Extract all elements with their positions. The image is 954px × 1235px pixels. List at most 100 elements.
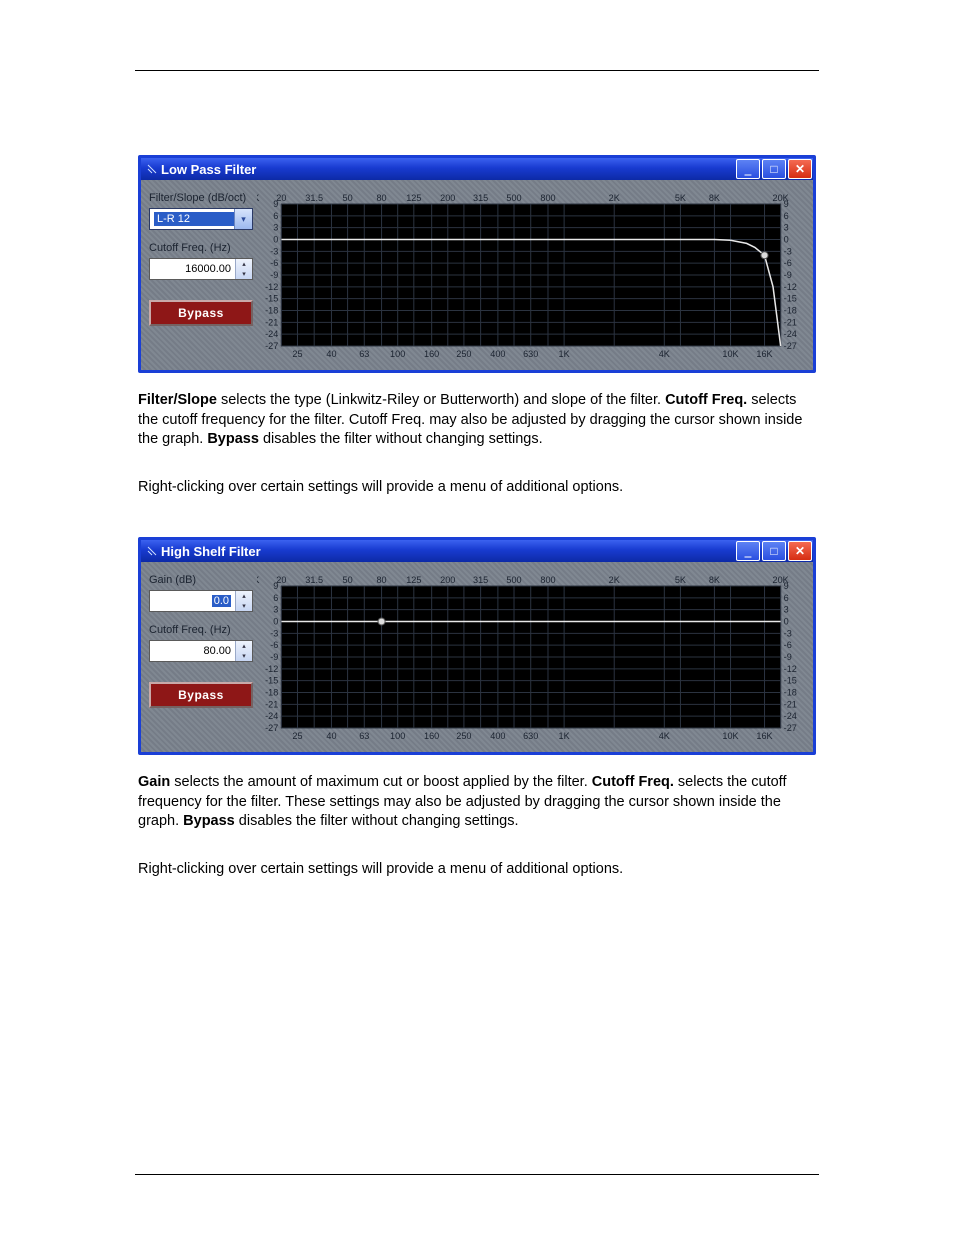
svg-text:2K: 2K <box>609 193 620 203</box>
lpf-filterslope-dropdown[interactable]: L-R 12 ▾ <box>149 208 253 230</box>
page-bottom-rule <box>135 1174 819 1175</box>
hsf-bypass-button[interactable]: Bypass <box>149 682 253 708</box>
lpf-description: Filter/Slope selects the type (Linkwitz-… <box>138 391 816 450</box>
svg-text:50: 50 <box>343 193 353 203</box>
svg-text:-24: -24 <box>784 329 797 339</box>
svg-text:4K: 4K <box>659 731 670 741</box>
svg-text:63: 63 <box>359 731 369 741</box>
lpf-cutoff-value: 16000.00 <box>154 263 235 275</box>
svg-text:-12: -12 <box>784 664 797 674</box>
hsf-gain-input[interactable]: 0.0 ▴▾ <box>149 590 253 612</box>
hsf-cutoff-value: 80.00 <box>154 645 235 657</box>
svg-text:630: 630 <box>523 731 538 741</box>
spinner-buttons-icon[interactable]: ▴▾ <box>235 259 252 279</box>
svg-text:-12: -12 <box>784 282 797 292</box>
svg-text:160: 160 <box>424 731 439 741</box>
hsf-titlebar[interactable]: High Shelf Filter ‗ □ ✕ <box>141 540 813 562</box>
svg-text:-18: -18 <box>784 688 797 698</box>
svg-text:4K: 4K <box>659 349 670 359</box>
dropdown-arrow-icon: ▾ <box>234 209 252 229</box>
svg-text:10K: 10K <box>722 349 738 359</box>
svg-text:10K: 10K <box>722 731 738 741</box>
svg-text:630: 630 <box>523 349 538 359</box>
svg-text:200: 200 <box>440 575 455 585</box>
svg-text:6: 6 <box>273 211 278 221</box>
svg-text:250: 250 <box>456 731 471 741</box>
svg-text:1K: 1K <box>559 731 570 741</box>
lpf-cutoff-input[interactable]: 16000.00 ▴▾ <box>149 258 253 280</box>
svg-text:1K: 1K <box>559 349 570 359</box>
svg-text:-24: -24 <box>265 329 278 339</box>
svg-text:6: 6 <box>784 593 789 603</box>
svg-text:-15: -15 <box>265 294 278 304</box>
svg-text:-15: -15 <box>784 676 797 686</box>
lpf-titlebar[interactable]: Low Pass Filter ‗ □ ✕ <box>141 158 813 180</box>
svg-text:0: 0 <box>273 235 278 245</box>
svg-text:3: 3 <box>784 605 789 615</box>
svg-text:25: 25 <box>292 731 302 741</box>
svg-text:2K: 2K <box>609 575 620 585</box>
lpf-rightclick-note: Right-clicking over certain settings wil… <box>138 478 816 498</box>
svg-text:-27: -27 <box>265 341 278 351</box>
svg-text:40: 40 <box>326 731 336 741</box>
spinner-buttons-icon[interactable]: ▴▾ <box>235 591 252 611</box>
svg-text:8K: 8K <box>709 193 720 203</box>
svg-text:0: 0 <box>273 617 278 627</box>
svg-text:800: 800 <box>540 193 555 203</box>
svg-text:-21: -21 <box>265 317 278 327</box>
svg-text:-21: -21 <box>265 700 278 710</box>
svg-text:-12: -12 <box>265 664 278 674</box>
minimize-button[interactable]: ‗ <box>736 159 760 179</box>
svg-text:-15: -15 <box>265 676 278 686</box>
svg-text:-15: -15 <box>784 294 797 304</box>
spinner-buttons-icon[interactable]: ▴▾ <box>235 641 252 661</box>
svg-text:63: 63 <box>359 349 369 359</box>
svg-text:-21: -21 <box>784 700 797 710</box>
svg-text:-27: -27 <box>784 723 797 733</box>
svg-text:-9: -9 <box>270 652 278 662</box>
window-icon <box>147 164 157 174</box>
svg-text:-21: -21 <box>784 317 797 327</box>
svg-text:500: 500 <box>506 575 521 585</box>
svg-text:31.5: 31.5 <box>305 575 323 585</box>
lpf-filterslope-value: L-R 12 <box>154 212 234 226</box>
page-top-rule <box>135 70 819 71</box>
svg-text:0: 0 <box>784 617 789 627</box>
svg-text:500: 500 <box>506 193 521 203</box>
svg-text:125: 125 <box>406 575 421 585</box>
high-shelf-filter-window: High Shelf Filter ‗ □ ✕ Gain (dB) 0.0 ▴▾… <box>138 537 816 755</box>
svg-text:5K: 5K <box>675 575 686 585</box>
hsf-gain-label: Gain (dB) <box>149 574 253 586</box>
lpf-title: Low Pass Filter <box>161 162 256 177</box>
svg-text:25: 25 <box>292 349 302 359</box>
maximize-button[interactable]: □ <box>762 541 786 561</box>
lpf-graph[interactable]: 2031.550801252003155008001.25K2K3.15K5K8… <box>257 190 805 360</box>
svg-text:125: 125 <box>406 193 421 203</box>
svg-text:9: 9 <box>784 199 789 209</box>
hsf-graph[interactable]: 2031.550801252003155008001.25K2K3.15K5K8… <box>257 572 805 742</box>
svg-text:-6: -6 <box>270 258 278 268</box>
close-button[interactable]: ✕ <box>788 541 812 561</box>
svg-text:-3: -3 <box>784 246 792 256</box>
svg-text:16K: 16K <box>756 731 772 741</box>
svg-text:3: 3 <box>273 605 278 615</box>
close-button[interactable]: ✕ <box>788 159 812 179</box>
svg-text:-3: -3 <box>784 629 792 639</box>
svg-text:400: 400 <box>490 731 505 741</box>
svg-text:3: 3 <box>784 223 789 233</box>
minimize-button[interactable]: ‗ <box>736 541 760 561</box>
svg-text:250: 250 <box>456 349 471 359</box>
lpf-bypass-button[interactable]: Bypass <box>149 300 253 326</box>
lpf-filterslope-label: Filter/Slope (dB/oct) <box>149 192 253 204</box>
svg-text:-18: -18 <box>265 306 278 316</box>
svg-text:80: 80 <box>376 193 386 203</box>
hsf-cutoff-input[interactable]: 80.00 ▴▾ <box>149 640 253 662</box>
maximize-button[interactable]: □ <box>762 159 786 179</box>
svg-text:100: 100 <box>390 731 405 741</box>
svg-text:-24: -24 <box>784 711 797 721</box>
svg-text:-24: -24 <box>265 711 278 721</box>
svg-text:-6: -6 <box>784 258 792 268</box>
hsf-cutoff-label: Cutoff Freq. (Hz) <box>149 624 253 636</box>
svg-text:315: 315 <box>473 193 488 203</box>
svg-text:-27: -27 <box>784 341 797 351</box>
